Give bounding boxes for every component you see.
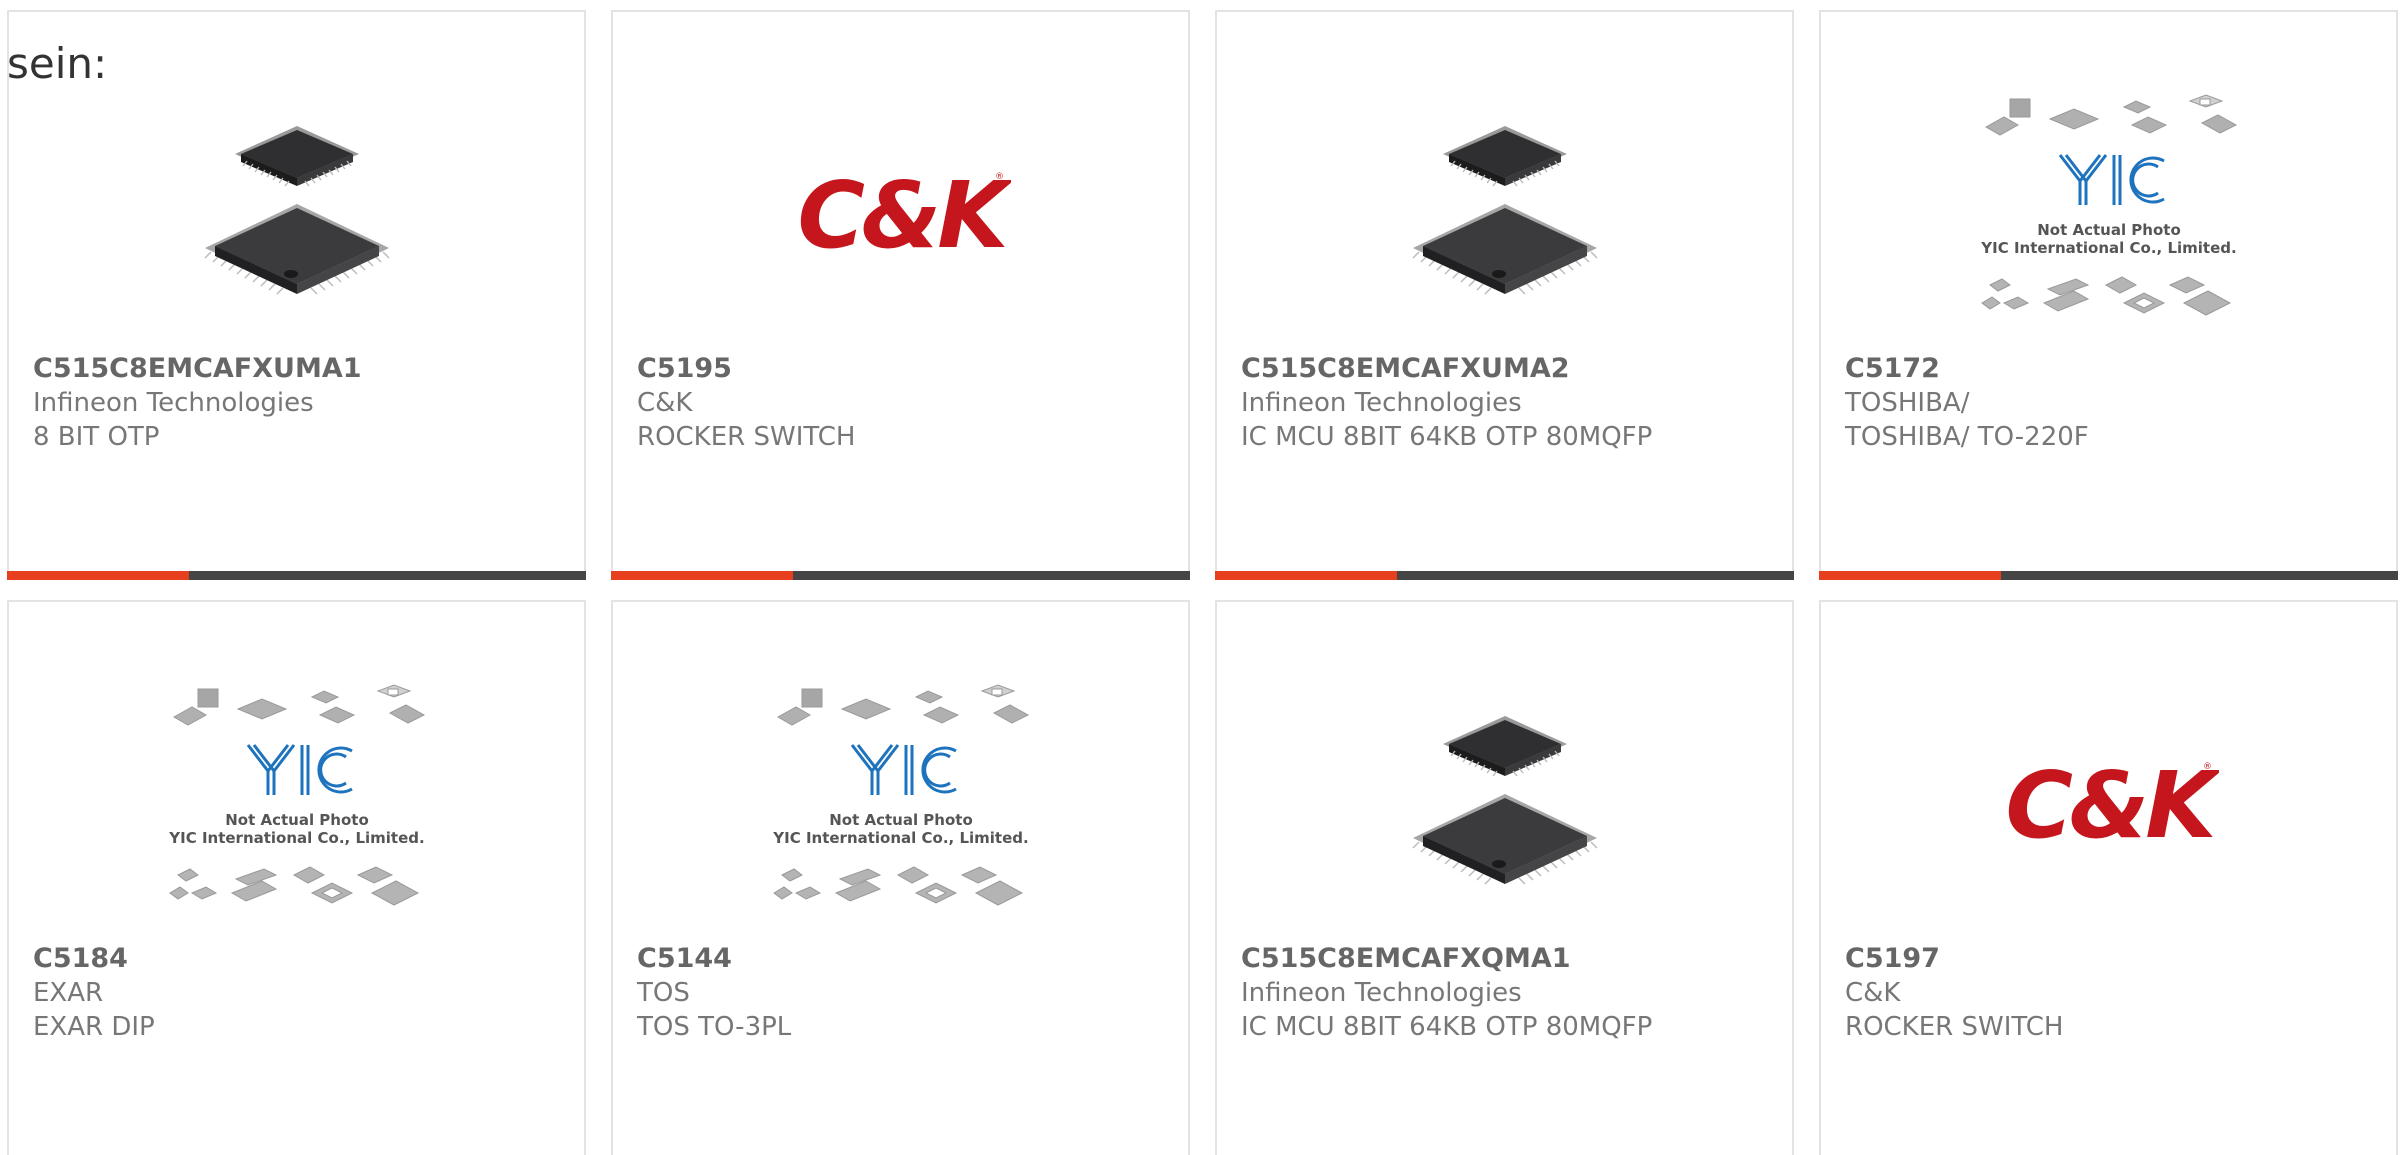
product-image[interactable]: Not Actual Photo YIC International Co., …	[613, 674, 1188, 934]
part-number-link[interactable]: C5144	[637, 942, 1168, 976]
part-number-link[interactable]: C515C8EMCAFXUMA1	[33, 352, 564, 386]
product-card[interactable]: C515C8EMCAFXUMA2 Infineon Technologies IC …	[1215, 10, 1794, 580]
product-info: C515C8EMCAFXQMA1 Infineon Technologies IC …	[1241, 942, 1772, 1044]
description-label: TOS TO-3PL	[637, 1012, 792, 1042]
product-card[interactable]: Not Actual Photo YIC International Co., …	[611, 600, 1190, 1155]
product-image[interactable]: Not Actual Photo YIC International Co., …	[1821, 84, 2396, 344]
card-accent-bar	[1819, 571, 2001, 580]
product-info: C5197 C&K ROCKER SWITCH	[1845, 942, 2376, 1044]
manufacturer-label: Infineon Technologies	[1241, 388, 1522, 418]
qfp-chip-icon	[1411, 716, 1598, 885]
description-label: ROCKER SWITCH	[637, 422, 856, 452]
product-card[interactable]: C515C8EMCAFXQMA1 Infineon Technologies IC …	[1215, 600, 1794, 1155]
part-number-link[interactable]: C515C8EMCAFXQMA1	[1241, 942, 1772, 976]
placeholder-line-2: YIC International Co., Limited.	[1980, 239, 2236, 257]
qfp-chip-icon	[1411, 126, 1598, 295]
product-info: C5144 TOS TOS TO-3PL	[637, 942, 1168, 1044]
placeholder-line-2: YIC International Co., Limited.	[168, 829, 424, 847]
card-bottom-bar	[7, 571, 586, 580]
yic-placeholder-image: Not Actual Photo YIC International Co., …	[772, 684, 1029, 906]
product-card[interactable]: C&K ® C5197 C&K ROCKER SWITCH	[1819, 600, 2398, 1155]
card-bottom-bar	[1819, 571, 2398, 580]
manufacturer-label: TOS	[637, 978, 690, 1008]
manufacturer-label: EXAR	[33, 978, 104, 1008]
ck-logo-text: C&K	[2005, 752, 2219, 859]
product-image[interactable]: C&K ®	[1821, 674, 2396, 934]
svg-text:®: ®	[995, 172, 1004, 182]
product-image[interactable]: C&K ®	[613, 84, 1188, 344]
ck-logo-text: C&K	[797, 162, 1011, 269]
qfp-chip-icon	[203, 126, 390, 295]
product-image[interactable]	[1217, 84, 1792, 344]
product-card[interactable]: C515C8EMCAFXUMA1 Infineon Technologies 8 B…	[7, 10, 586, 580]
product-card[interactable]: C&K ® C5195 C&K ROCKER SWITCH	[611, 10, 1190, 580]
product-info: C5195 C&K ROCKER SWITCH	[637, 352, 1168, 454]
part-number-link[interactable]: C515C8EMCAFXUMA2	[1241, 352, 1772, 386]
manufacturer-label: TOSHIBA/	[1845, 388, 1970, 418]
description-label: EXAR DIP	[33, 1012, 155, 1042]
placeholder-line-1: Not Actual Photo	[2037, 221, 2181, 239]
section-heading: sein:	[7, 39, 108, 88]
product-info: C5172 TOSHIBA/TOSHIBA/ TO-220F	[1845, 352, 2376, 454]
yic-placeholder-image: Not Actual Photo YIC International Co., …	[1980, 94, 2237, 316]
product-card[interactable]: Not Actual Photo YIC International Co., …	[1819, 10, 2398, 580]
card-bottom-bar	[1215, 571, 1794, 580]
svg-text:®: ®	[2203, 762, 2212, 772]
manufacturer-label: Infineon Technologies	[1241, 978, 1522, 1008]
product-info: C515C8EMCAFXUMA1 Infineon Technologies 8 B…	[33, 352, 564, 454]
description-label: ROCKER SWITCH	[1845, 1012, 2064, 1042]
product-info: C515C8EMCAFXUMA2 Infineon Technologies IC …	[1241, 352, 1772, 454]
description-label: TOSHIBA/ TO-220F	[1845, 422, 2089, 452]
product-grid-page: sein: C515C8EMCAFXUMA1 Infineon Technolo…	[0, 0, 2400, 1155]
part-number-link[interactable]: C5197	[1845, 942, 2376, 976]
manufacturer-label: C&K	[637, 388, 693, 418]
card-bottom-bar	[611, 571, 1190, 580]
description-label: 8 BIT OTP	[33, 422, 160, 452]
product-image[interactable]: Not Actual Photo YIC International Co., …	[9, 674, 584, 934]
card-accent-bar	[1215, 571, 1397, 580]
yic-placeholder-image: Not Actual Photo YIC International Co., …	[168, 684, 425, 906]
part-number-link[interactable]: C5184	[33, 942, 564, 976]
manufacturer-label: C&K	[1845, 978, 1901, 1008]
manufacturer-label: Infineon Technologies	[33, 388, 314, 418]
product-image[interactable]	[9, 84, 584, 344]
product-info: C5184 EXAR EXAR DIP	[33, 942, 564, 1044]
description-label: IC MCU 8BIT 64KB OTP 80MQFP	[1241, 422, 1653, 452]
placeholder-line-2: YIC International Co., Limited.	[772, 829, 1028, 847]
placeholder-line-1: Not Actual Photo	[225, 811, 369, 829]
description-label: IC MCU 8BIT 64KB OTP 80MQFP	[1241, 1012, 1653, 1042]
card-accent-bar	[611, 571, 793, 580]
part-number-link[interactable]: C5172	[1845, 352, 2376, 386]
product-card[interactable]: Not Actual Photo YIC International Co., …	[7, 600, 586, 1155]
product-grid: C515C8EMCAFXUMA1 Infineon Technologies 8 B…	[7, 10, 2398, 1155]
ck-logo: C&K ®	[2005, 752, 2219, 859]
ck-logo: C&K ®	[797, 162, 1011, 269]
card-accent-bar	[7, 571, 189, 580]
placeholder-line-1: Not Actual Photo	[829, 811, 973, 829]
product-image[interactable]	[1217, 674, 1792, 934]
part-number-link[interactable]: C5195	[637, 352, 1168, 386]
